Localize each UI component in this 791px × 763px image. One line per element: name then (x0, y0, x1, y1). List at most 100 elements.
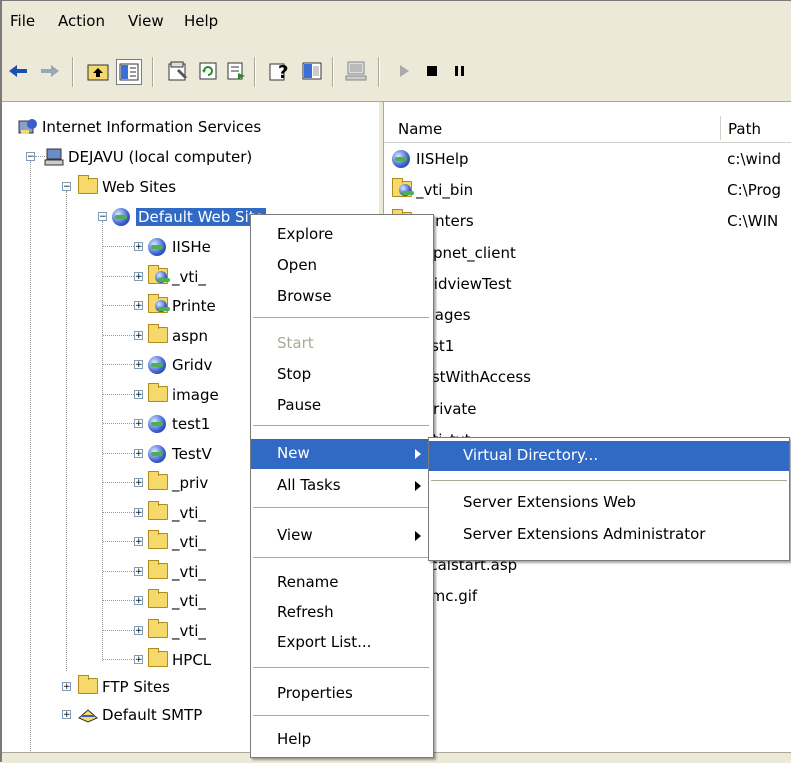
expand-icon[interactable]: + (134, 271, 143, 281)
expand-icon[interactable]: + (134, 566, 143, 576)
column-header-path[interactable]: Path (728, 120, 761, 138)
tree-item[interactable]: IISHe (148, 232, 211, 262)
tree-item[interactable]: _vti_ (148, 527, 206, 557)
expand-icon[interactable]: + (134, 389, 143, 399)
menu-item-server-ext-web[interactable]: Server Extensions Web (429, 488, 789, 518)
new-submenu: Virtual Directory... Server Extensions W… (428, 437, 790, 561)
tree-item[interactable]: Printe (148, 291, 216, 321)
expand-icon[interactable]: + (134, 242, 143, 252)
pause-icon[interactable] (448, 59, 472, 83)
list-pane[interactable]: Name Path IISHelp c:\wind _vti_bin C:\Prog P… (384, 102, 791, 762)
tree-root[interactable]: Internet Information Services (18, 112, 261, 142)
show-hide-tree-icon[interactable] (116, 59, 142, 85)
expand-icon[interactable]: + (134, 419, 143, 429)
menu-item-rename[interactable]: Rename (251, 568, 433, 598)
menu-item-all-tasks[interactable]: All Tasks (251, 471, 433, 501)
tree-item[interactable]: _vti_ (148, 616, 206, 646)
tree-web-sites-label: Web Sites (102, 178, 177, 196)
tree-item[interactable]: _priv (148, 468, 208, 498)
folder-icon (78, 175, 98, 196)
list-item[interactable]: images (392, 300, 787, 330)
collapse-icon[interactable]: − (62, 182, 71, 192)
expand-icon[interactable]: + (134, 655, 143, 665)
tree-item[interactable]: Gridv (148, 350, 212, 380)
menu-item-properties[interactable]: Properties (251, 679, 433, 709)
expand-icon[interactable]: + (134, 478, 143, 488)
menu-item-pause[interactable]: Pause (251, 391, 433, 421)
list-item-name: GridviewTest (416, 274, 512, 293)
expand-icon[interactable]: + (134, 301, 143, 311)
menu-item-server-ext-admin[interactable]: Server Extensions Administrator (429, 520, 789, 550)
tree-item[interactable]: TestV (148, 439, 212, 469)
collapse-icon[interactable]: − (26, 152, 35, 162)
list-item[interactable]: aspnet_client (392, 238, 787, 268)
menu-item-stop[interactable]: Stop (251, 360, 433, 390)
tree-item[interactable]: _vti_ (148, 498, 206, 528)
stop-icon[interactable] (420, 59, 444, 83)
tree-computer[interactable]: DEJAVU (local computer) (44, 142, 252, 172)
collapse-icon[interactable]: − (98, 212, 107, 222)
list-item[interactable]: IISHelp c:\wind (392, 144, 787, 174)
help-icon[interactable]: ? (268, 59, 292, 83)
computer-icon[interactable] (344, 59, 368, 83)
folder-icon (148, 618, 168, 640)
arrow-left-icon[interactable] (6, 59, 30, 83)
menu-item-explore[interactable]: Explore (251, 220, 433, 250)
list-item[interactable]: _vti_bin C:\Prog (392, 175, 787, 205)
tree-item-label: image (172, 385, 219, 404)
menu-item-open[interactable]: Open (251, 251, 433, 281)
tree-item[interactable]: _vti_ (148, 586, 206, 616)
list-item[interactable]: _private (392, 394, 787, 424)
tree-item-label: Printe (172, 297, 216, 315)
column-divider[interactable] (720, 116, 721, 140)
tree-default-web-site[interactable]: Default Web Site (112, 202, 266, 232)
tree-ftp-sites-label: FTP Sites (102, 678, 170, 696)
expand-icon[interactable]: + (62, 710, 71, 720)
expand-icon[interactable]: + (134, 625, 143, 635)
refresh-icon[interactable] (196, 59, 220, 83)
menu-item-virtual-directory[interactable]: Virtual Directory... (429, 441, 789, 471)
tree-item[interactable]: _vti_ (148, 557, 206, 587)
expand-icon[interactable]: + (134, 507, 143, 517)
menu-view[interactable]: View (128, 12, 164, 30)
tree-item[interactable]: test1 (148, 409, 210, 439)
expand-icon[interactable]: + (134, 360, 143, 370)
column-header-name[interactable]: Name (398, 120, 442, 138)
up-folder-icon[interactable] (86, 59, 110, 83)
tree-ftp-sites[interactable]: FTP Sites (78, 672, 170, 702)
play-icon[interactable] (392, 59, 416, 83)
expand-icon[interactable]: + (62, 682, 71, 692)
tree-item[interactable]: HPCL (148, 645, 211, 675)
tree-web-sites[interactable]: Web Sites (78, 172, 176, 202)
list-item[interactable]: test1 (392, 331, 787, 361)
menu-item-export-list[interactable]: Export List... (251, 628, 433, 658)
tree-item[interactable]: image (148, 380, 219, 410)
expand-icon[interactable]: + (134, 330, 143, 340)
folder-icon (148, 500, 168, 522)
console-icon[interactable] (300, 59, 324, 83)
list-item[interactable]: mmc.gif (392, 581, 787, 611)
tree-smtp[interactable]: Default SMTP (78, 700, 202, 730)
list-item-name: _vti_bin (416, 181, 474, 200)
list-item[interactable]: GridviewTest (392, 269, 787, 299)
arrow-right-icon[interactable] (38, 59, 62, 83)
tree-item[interactable]: aspn (148, 321, 208, 351)
menu-file[interactable]: File (10, 12, 35, 30)
expand-icon[interactable]: + (134, 596, 143, 606)
properties-icon[interactable] (166, 59, 190, 83)
menu-item-view[interactable]: View (251, 521, 433, 551)
expand-icon[interactable]: + (134, 537, 143, 547)
menu-item-new[interactable]: New (251, 439, 433, 469)
menu-help[interactable]: Help (184, 12, 218, 30)
menu-item-refresh[interactable]: Refresh (251, 598, 433, 628)
export-list-icon[interactable] (224, 59, 248, 83)
list-item[interactable]: Printers C:\WIN (392, 206, 787, 236)
folder-globe-icon (148, 264, 170, 286)
folder-icon (78, 675, 98, 696)
menu-action[interactable]: Action (58, 12, 105, 30)
tree-item[interactable]: _vti_ (148, 262, 206, 292)
list-item[interactable]: TestWithAccess (392, 362, 787, 392)
expand-icon[interactable]: + (134, 448, 143, 458)
menu-item-help[interactable]: Help (251, 725, 433, 755)
menu-item-browse[interactable]: Browse (251, 282, 433, 312)
